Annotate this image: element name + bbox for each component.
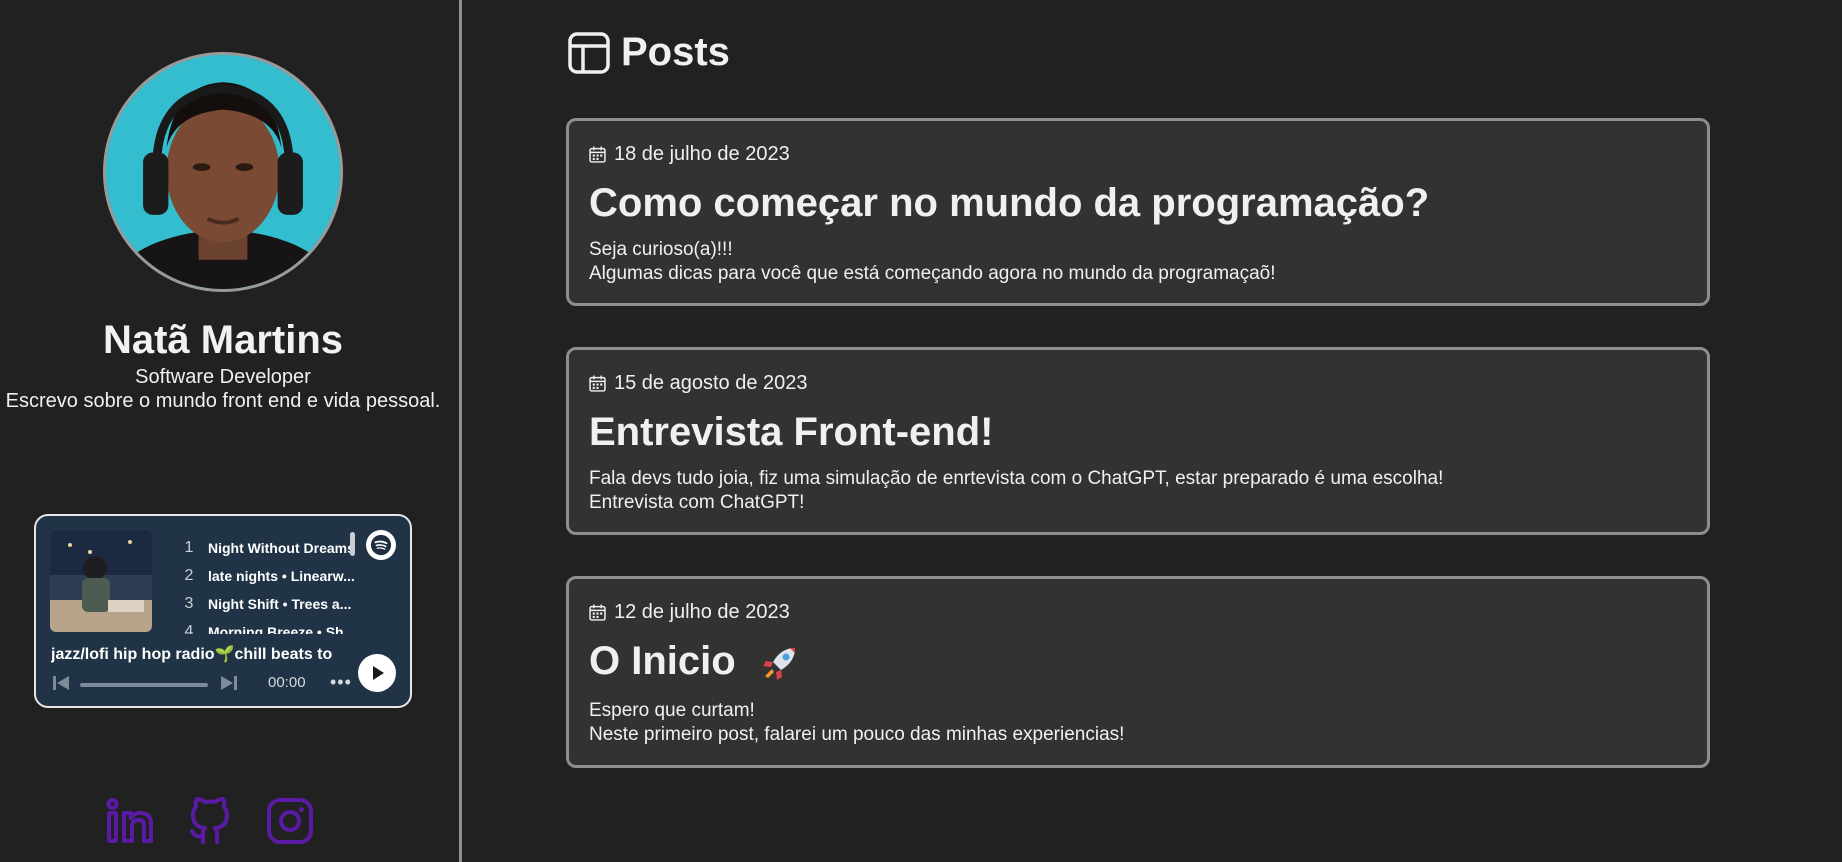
post-title-row[interactable]: O Inicio — [589, 639, 801, 684]
rocket-icon — [762, 648, 795, 681]
track-item[interactable]: 4 Morning Breeze • Sh... — [170, 618, 380, 634]
calendar-icon — [589, 604, 606, 621]
post-date: 18 de julho de 2023 — [589, 143, 790, 166]
post-date: 12 de julho de 2023 — [589, 601, 790, 624]
post-excerpt: Espero que curtam! — [589, 700, 755, 721]
track-item[interactable]: 3 Night Shift • Trees a... — [170, 590, 380, 618]
track-item[interactable]: 2 late nights • Linearw... — [170, 562, 380, 590]
post-excerpt: Neste primeiro post, falarei um pouco da… — [589, 724, 1125, 745]
post-card[interactable]: 15 de agosto de 2023 Entrevista Front-en… — [566, 347, 1710, 535]
avatar-image — [106, 55, 340, 289]
track-list-scrollbar[interactable] — [350, 532, 355, 556]
post-title[interactable]: Como começar no mundo da programação? — [589, 181, 1429, 226]
post-card[interactable]: 12 de julho de 2023 O Inicio Espero que … — [566, 576, 1710, 768]
previous-icon[interactable] — [52, 674, 70, 697]
sidebar: Natã Martins Software Developer Escrevo … — [0, 0, 462, 862]
play-icon — [373, 666, 384, 680]
track-title: Night Shift • Trees a... — [208, 596, 352, 612]
calendar-icon — [589, 146, 606, 163]
post-title[interactable]: Entrevista Front-end! — [589, 410, 993, 455]
post-date-text: 15 de agosto de 2023 — [614, 372, 808, 394]
post-excerpt: Entrevista com ChatGPT! — [589, 492, 805, 513]
post-date-text: 12 de julho de 2023 — [614, 601, 790, 623]
progress-bar[interactable] — [80, 683, 208, 687]
track-title: Morning Breeze • Sh... — [208, 624, 356, 634]
post-date: 15 de agosto de 2023 — [589, 372, 808, 395]
post-title: O Inicio — [589, 639, 736, 683]
track-number: 1 — [184, 539, 194, 556]
track-list[interactable]: 1 Night Without Dreams 2 late nights • L… — [170, 534, 380, 634]
track-number: 2 — [184, 567, 194, 584]
post-excerpt: Seja curioso(a)!!! — [589, 239, 733, 260]
playback-time: 00:00 — [268, 674, 306, 691]
profile-role: Software Developer — [135, 366, 311, 388]
playlist-title: jazz/lofi hip hop radio🌱chill beats to — [51, 646, 333, 663]
track-number: 4 — [184, 623, 194, 634]
player-controls: 00:00 ••• — [50, 672, 352, 697]
spotify-icon[interactable] — [366, 530, 396, 560]
track-item[interactable]: 1 Night Without Dreams — [170, 534, 380, 562]
profile-name: Natã Martins — [102, 318, 344, 362]
post-date-text: 18 de julho de 2023 — [614, 143, 790, 165]
post-card[interactable]: 18 de julho de 2023 Como começar no mund… — [566, 118, 1710, 306]
track-title: late nights • Linearw... — [208, 568, 355, 584]
playlist-cover — [50, 530, 152, 632]
track-number: 3 — [184, 595, 194, 612]
spotify-player: 1 Night Without Dreams 2 late nights • L… — [34, 514, 412, 708]
post-excerpt: Algumas dicas para você que está começan… — [589, 263, 1276, 284]
post-excerpt: Fala devs tudo joia, fiz uma simulação d… — [589, 468, 1444, 489]
layout-icon — [568, 31, 610, 74]
track-title: Night Without Dreams — [208, 540, 355, 556]
page-title: Posts — [621, 30, 730, 74]
github-icon[interactable] — [185, 796, 235, 846]
avatar — [103, 52, 343, 292]
play-button[interactable] — [358, 654, 396, 692]
next-icon[interactable] — [220, 674, 238, 697]
linkedin-icon[interactable] — [105, 796, 155, 846]
posts-header: Posts — [567, 30, 730, 75]
more-options-icon[interactable]: ••• — [330, 672, 352, 693]
calendar-icon — [589, 375, 606, 392]
profile-bio: Escrevo sobre o mundo front end e vida p… — [5, 390, 441, 412]
instagram-icon[interactable] — [265, 796, 315, 846]
social-links — [105, 796, 315, 846]
